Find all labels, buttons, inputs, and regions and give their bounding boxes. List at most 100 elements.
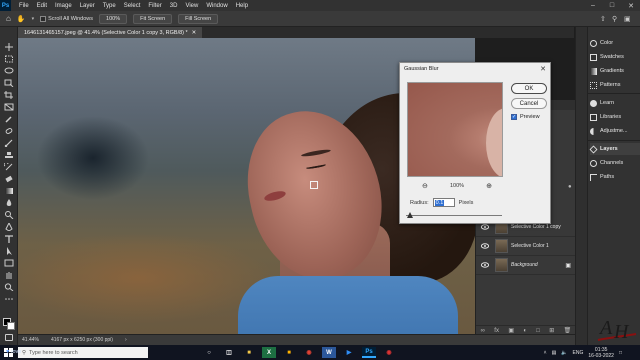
path-selection-tool-icon[interactable] bbox=[4, 247, 14, 255]
photoshop-taskbar-icon[interactable]: Ps bbox=[362, 347, 376, 358]
panel-libraries[interactable]: Libraries bbox=[590, 111, 640, 123]
panel-channels[interactable]: Channels bbox=[590, 157, 640, 169]
tab-close-icon[interactable]: ✕ bbox=[192, 30, 197, 36]
object-selection-tool-icon[interactable] bbox=[4, 79, 14, 88]
type-tool-icon[interactable] bbox=[4, 235, 14, 243]
panel-patterns[interactable]: Patterns bbox=[590, 79, 640, 91]
menu-image[interactable]: Image bbox=[51, 3, 76, 9]
healing-brush-tool-icon[interactable] bbox=[4, 127, 14, 135]
search-icon[interactable]: ⚲ bbox=[612, 15, 617, 23]
visibility-eye-icon[interactable] bbox=[481, 243, 489, 249]
workspace-icon[interactable]: ▣ bbox=[624, 15, 631, 23]
background-color-swatch[interactable] bbox=[7, 322, 15, 330]
frame-tool-icon[interactable] bbox=[4, 103, 14, 111]
rectangle-tool-icon[interactable] bbox=[4, 259, 14, 267]
blur-tool-icon[interactable] bbox=[4, 199, 14, 207]
taskbar-clock[interactable]: 01:35 16-03-2022 bbox=[588, 347, 614, 359]
zoom-readout[interactable]: 41.44% bbox=[22, 337, 39, 343]
zoom-out-icon[interactable]: ⊖ bbox=[422, 182, 428, 190]
zoom-tool-icon[interactable] bbox=[4, 283, 14, 292]
marquee-tool-icon[interactable] bbox=[4, 55, 14, 63]
panel-swatches[interactable]: Swatches bbox=[590, 51, 640, 63]
eyedropper-tool-icon[interactable] bbox=[4, 115, 14, 123]
photoshop-logo-icon[interactable]: Ps bbox=[0, 0, 11, 11]
pen-tool-icon[interactable] bbox=[4, 221, 14, 232]
hand-tool-icon[interactable]: ✋ bbox=[17, 15, 26, 23]
preview-checkbox[interactable]: ✓ Preview bbox=[511, 114, 540, 120]
menu-type[interactable]: Type bbox=[99, 3, 120, 9]
radius-slider[interactable] bbox=[406, 212, 502, 220]
tool-preset-chevron-icon[interactable]: ▾ bbox=[32, 16, 35, 22]
task-view-icon[interactable]: ◫ bbox=[222, 347, 236, 358]
history-brush-tool-icon[interactable] bbox=[3, 161, 14, 171]
panel-layers[interactable]: Layers bbox=[589, 143, 640, 155]
file-explorer-icon[interactable]: ■ bbox=[242, 347, 256, 358]
fill-screen-button[interactable]: Fill Screen bbox=[178, 13, 219, 24]
layer-row[interactable]: Selective Color 1 bbox=[476, 237, 576, 256]
ok-button[interactable]: OK bbox=[511, 83, 547, 94]
move-tool-icon[interactable] bbox=[4, 43, 14, 51]
status-chevron-icon[interactable]: › bbox=[125, 337, 127, 343]
menu-filter[interactable]: Filter bbox=[144, 3, 165, 9]
delete-layer-icon[interactable]: 🗑 bbox=[564, 327, 572, 334]
language-indicator[interactable]: ENG bbox=[573, 350, 584, 356]
add-mask-icon[interactable]: ▣ bbox=[508, 327, 514, 334]
new-group-icon[interactable]: □ bbox=[536, 328, 540, 334]
media-icon[interactable]: ▶ bbox=[342, 347, 356, 358]
sticky-notes-icon[interactable]: ■ bbox=[282, 347, 296, 358]
notifications-icon[interactable]: □ bbox=[619, 350, 622, 356]
brush-tool-icon[interactable] bbox=[4, 139, 14, 148]
lasso-tool-icon[interactable] bbox=[4, 67, 14, 75]
clone-stamp-tool-icon[interactable] bbox=[4, 151, 14, 159]
checkbox-box[interactable] bbox=[40, 15, 47, 22]
crop-tool-icon[interactable] bbox=[4, 91, 14, 99]
network-icon[interactable]: ▤ bbox=[552, 350, 557, 356]
visibility-eye-icon[interactable] bbox=[481, 262, 489, 268]
link-layers-icon[interactable]: ∞ bbox=[481, 328, 485, 334]
fit-screen-button[interactable]: Fit Screen bbox=[133, 13, 173, 24]
taskbar-search[interactable]: ⚲ Type here to search bbox=[18, 347, 148, 358]
menu-file[interactable]: File bbox=[15, 3, 33, 9]
layer-style-icon[interactable]: fx bbox=[494, 328, 499, 334]
share-icon[interactable]: ⇧ bbox=[600, 15, 606, 23]
checkbox-checked-icon[interactable]: ✓ bbox=[511, 114, 517, 120]
gradient-tool-icon[interactable] bbox=[4, 187, 14, 195]
menu-help[interactable]: Help bbox=[232, 3, 252, 9]
panel-gradients[interactable]: Gradients bbox=[590, 65, 640, 77]
more-tools-icon[interactable] bbox=[4, 295, 14, 303]
menu-edit[interactable]: Edit bbox=[33, 3, 51, 9]
maximize-icon[interactable]: □ bbox=[603, 0, 621, 11]
menu-layer[interactable]: Layer bbox=[76, 3, 99, 9]
home-icon[interactable]: ⌂ bbox=[6, 14, 11, 23]
quick-mask-icon[interactable] bbox=[5, 334, 13, 341]
minimize-icon[interactable]: – bbox=[584, 0, 602, 11]
layer-row[interactable]: Background ▣ bbox=[476, 256, 576, 275]
volume-icon[interactable]: 🔈 bbox=[561, 350, 567, 356]
panel-adjustments[interactable]: Adjustme... bbox=[590, 125, 640, 137]
tray-chevron-icon[interactable]: ˄ bbox=[544, 350, 547, 356]
adjustment-layer-icon[interactable]: ◐ bbox=[523, 328, 527, 334]
zoom-100-button[interactable]: 100% bbox=[99, 13, 128, 24]
menu-view[interactable]: View bbox=[181, 3, 202, 9]
recorder-icon[interactable]: ◉ bbox=[382, 347, 396, 358]
menu-window[interactable]: Window bbox=[202, 3, 231, 9]
blur-preview-window[interactable] bbox=[407, 82, 503, 177]
radius-input[interactable]: 0.1 bbox=[432, 198, 455, 207]
menu-3d[interactable]: 3D bbox=[166, 3, 182, 9]
close-icon[interactable]: ✕ bbox=[622, 0, 640, 11]
dodge-tool-icon[interactable] bbox=[4, 211, 14, 220]
document-info[interactable]: 4167 px x 6250 px (300 ppi) bbox=[51, 337, 113, 343]
panel-color[interactable]: Color bbox=[590, 37, 640, 49]
menu-select[interactable]: Select bbox=[120, 3, 145, 9]
new-layer-icon[interactable]: ⊞ bbox=[549, 327, 554, 334]
eraser-tool-icon[interactable] bbox=[4, 175, 14, 183]
panel-paths[interactable]: Paths bbox=[590, 171, 640, 183]
visibility-eye-icon[interactable] bbox=[481, 224, 489, 230]
cortana-icon[interactable]: ○ bbox=[202, 347, 216, 358]
cancel-button[interactable]: Cancel bbox=[511, 98, 547, 109]
layer-lock-icon[interactable]: ● bbox=[568, 184, 572, 190]
scroll-all-windows-checkbox[interactable]: Scroll All Windows bbox=[40, 15, 93, 22]
chrome-icon[interactable]: ◉ bbox=[302, 347, 316, 358]
word-icon[interactable]: W bbox=[322, 347, 336, 358]
dialog-close-icon[interactable]: ✕ bbox=[540, 65, 546, 73]
